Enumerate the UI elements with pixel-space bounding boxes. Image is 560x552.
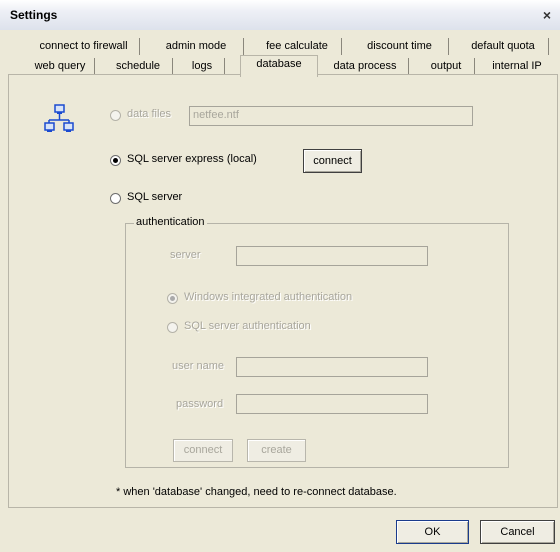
ok-button[interactable]: OK bbox=[396, 520, 469, 544]
password-field[interactable] bbox=[236, 394, 428, 414]
connect-button[interactable]: connect bbox=[303, 149, 362, 173]
cancel-button[interactable]: Cancel bbox=[480, 520, 555, 544]
tab-database[interactable]: database bbox=[240, 55, 318, 77]
tab-discount-time[interactable]: discount time bbox=[351, 38, 449, 55]
data-files-label: data files bbox=[127, 108, 172, 120]
sql-server-radio[interactable] bbox=[110, 193, 121, 204]
radio-selected-dot bbox=[113, 158, 118, 163]
network-computers-icon bbox=[44, 104, 74, 134]
title-bar: Settings × bbox=[0, 0, 560, 30]
sql-auth-label: SQL server authentication bbox=[184, 320, 311, 332]
data-files-radio[interactable] bbox=[110, 110, 121, 121]
authentication-group-label: authentication bbox=[134, 216, 207, 228]
windows-auth-radio[interactable] bbox=[167, 293, 178, 304]
create-button[interactable]: create bbox=[247, 439, 306, 462]
tab-data-process[interactable]: data process bbox=[322, 58, 409, 75]
sql-express-radio[interactable] bbox=[110, 155, 121, 166]
tab-default-quota[interactable]: default quota bbox=[458, 38, 549, 55]
sql-express-label: SQL server express (local) bbox=[127, 153, 257, 165]
sql-server-label: SQL server bbox=[127, 191, 183, 203]
tab-web-query[interactable]: web query bbox=[26, 58, 95, 75]
auth-connect-button[interactable]: connect bbox=[173, 439, 233, 462]
tab-fee-calculate[interactable]: fee calculate bbox=[253, 38, 342, 55]
settings-window: Settings × connect to firewall admin mod… bbox=[0, 0, 560, 552]
tab-connect-to-firewall[interactable]: connect to firewall bbox=[28, 38, 140, 55]
tab-schedule[interactable]: schedule bbox=[104, 58, 173, 75]
sql-auth-radio[interactable] bbox=[167, 322, 178, 333]
reconnect-note: * when 'database' changed, need to re-co… bbox=[116, 486, 397, 498]
password-label: password bbox=[176, 398, 224, 410]
windows-auth-label: Windows integrated authentication bbox=[184, 291, 353, 303]
tab-internal-ip[interactable]: internal IP bbox=[482, 58, 552, 75]
tab-admin-mode[interactable]: admin mode bbox=[149, 38, 244, 55]
radio-selected-dot bbox=[170, 296, 175, 301]
window-title: Settings bbox=[10, 8, 58, 22]
user-name-field[interactable] bbox=[236, 357, 428, 377]
tab-logs[interactable]: logs bbox=[180, 58, 225, 75]
server-label: server bbox=[170, 249, 201, 261]
server-field[interactable] bbox=[236, 246, 428, 266]
data-files-field[interactable]: netfee.ntf bbox=[189, 106, 473, 126]
user-name-label: user name bbox=[172, 360, 224, 372]
close-icon[interactable]: × bbox=[538, 6, 556, 24]
tab-output[interactable]: output bbox=[418, 58, 475, 75]
